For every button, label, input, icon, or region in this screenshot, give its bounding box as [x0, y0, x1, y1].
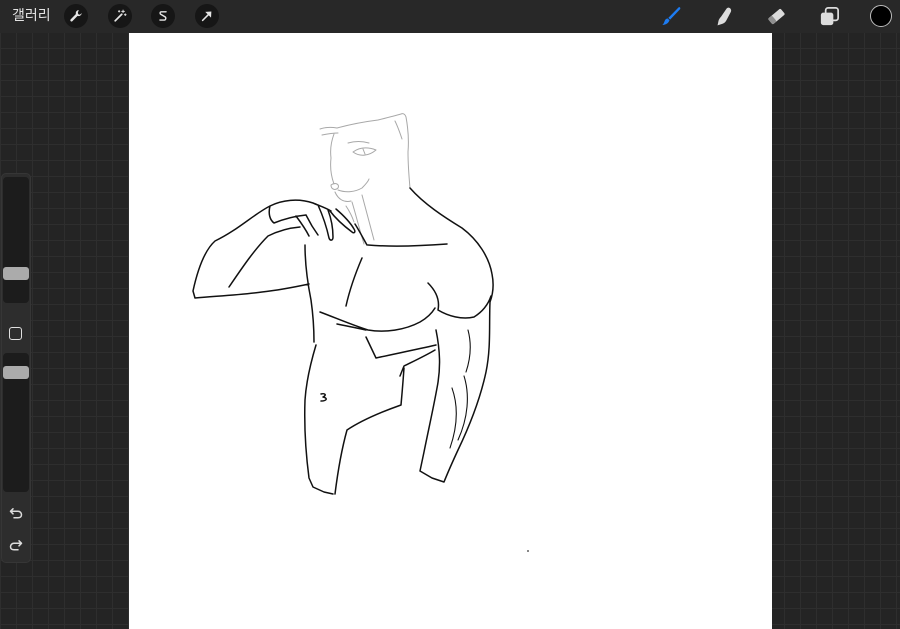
brush-size-slider-thumb[interactable] — [3, 267, 29, 281]
sketch-artwork — [192, 113, 529, 552]
adjustments-button[interactable] — [108, 4, 132, 28]
magic-wand-icon — [114, 9, 127, 22]
selection-button[interactable] — [151, 4, 175, 28]
left-sidebar — [1, 173, 31, 563]
opacity-slider-thumb[interactable] — [3, 365, 29, 379]
undo-icon — [9, 508, 23, 519]
brush-icon — [661, 6, 680, 25]
drawing-canvas[interactable] — [129, 33, 772, 629]
undo-button[interactable] — [7, 504, 25, 522]
smudge-icon — [717, 7, 731, 25]
transform-button[interactable] — [195, 4, 219, 28]
color-swatch[interactable] — [870, 5, 892, 27]
eraser-button[interactable] — [762, 2, 790, 30]
brush-size-slider[interactable] — [3, 177, 29, 303]
sketch-dot — [527, 550, 529, 552]
modify-button[interactable] — [9, 327, 22, 340]
smudge-button[interactable] — [709, 2, 737, 30]
brush-button[interactable] — [657, 2, 685, 30]
sketch-body-lines — [192, 187, 494, 495]
redo-button[interactable] — [7, 536, 25, 554]
wrench-icon — [70, 10, 82, 22]
layers-button[interactable] — [815, 2, 843, 30]
redo-icon — [9, 540, 23, 551]
layers-icon — [820, 6, 839, 25]
gallery-button[interactable]: 갤러리 — [12, 7, 51, 25]
actions-button[interactable] — [64, 4, 88, 28]
selection-icon — [159, 11, 167, 21]
procreate-app: 갤러리 — [0, 0, 900, 629]
transform-arrow-icon — [201, 11, 212, 22]
eraser-icon — [767, 8, 785, 24]
opacity-slider[interactable] — [3, 353, 29, 492]
sketch-head-lines — [319, 113, 411, 245]
top-toolbar: 갤러리 — [0, 0, 900, 33]
